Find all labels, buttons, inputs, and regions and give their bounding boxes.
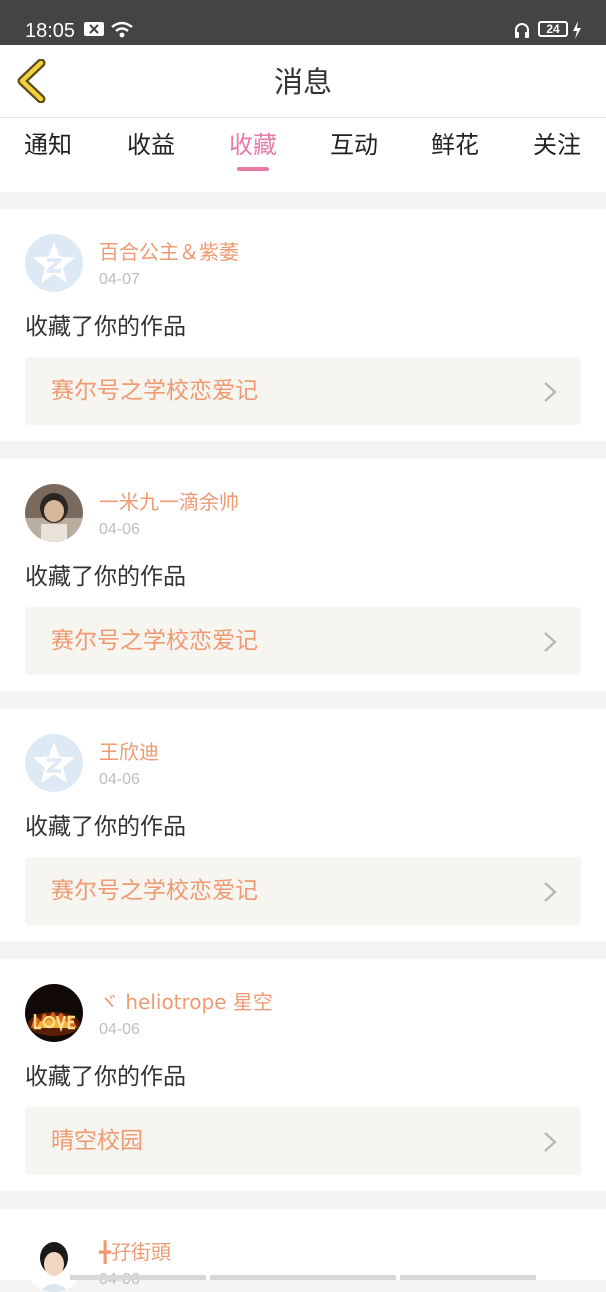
work-link[interactable]: 赛尔号之学校恋爱记 — [25, 857, 581, 925]
user-name[interactable]: 王欣迪 — [99, 740, 159, 764]
message-date: 04-07 — [99, 271, 140, 288]
tab-flowers[interactable]: 鲜花 — [415, 130, 495, 170]
message-date: 04-06 — [99, 771, 140, 788]
message-action: 收藏了你的作品 — [25, 1064, 186, 1090]
user-name[interactable]: ╋孖街頭 — [99, 1240, 171, 1264]
wifi-icon — [111, 21, 133, 38]
chevron-right-icon — [544, 1132, 557, 1152]
tab-interactions[interactable]: 互动 — [314, 130, 394, 170]
user-name[interactable]: ヾ heliotrope 星空 — [99, 990, 273, 1014]
message-card: 百合公主＆紫萎 04-07 收藏了你的作品 赛尔号之学校恋爱记 — [0, 209, 606, 441]
tab-favorites[interactable]: 收藏 — [213, 130, 293, 170]
active-tab-indicator — [237, 167, 269, 171]
portrait-avatar[interactable] — [25, 1234, 83, 1292]
tab-notifications[interactable]: 通知 — [8, 130, 88, 170]
status-time: 18:05 — [25, 20, 76, 42]
tab-earnings[interactable]: 收益 — [111, 130, 191, 170]
message-action: 收藏了你的作品 — [25, 564, 186, 590]
work-title: 赛尔号之学校恋爱记 — [51, 628, 258, 654]
battery-level: 24 — [538, 21, 568, 37]
scroll-hint-bar — [70, 1275, 206, 1280]
tab-following[interactable]: 关注 — [517, 130, 597, 170]
message-card: ╋孖街頭 04-06 — [0, 1209, 606, 1292]
scroll-hint-bar — [210, 1275, 396, 1280]
message-date: 04-06 — [99, 1021, 140, 1038]
work-title: 赛尔号之学校恋爱记 — [51, 878, 258, 904]
work-link[interactable]: 赛尔号之学校恋爱记 — [25, 357, 581, 425]
notification-x-icon — [84, 22, 104, 36]
user-name[interactable]: 一米九一滴余帅 — [99, 490, 239, 514]
message-action: 收藏了你的作品 — [25, 314, 186, 340]
message-date: 04-06 — [99, 1270, 140, 1290]
page-title: 消息 — [273, 65, 332, 99]
message-card: ヾ heliotrope 星空 04-06 收藏了你的作品 晴空校园 — [0, 959, 606, 1191]
work-link[interactable]: 赛尔号之学校恋爱记 — [25, 607, 581, 675]
charging-icon — [573, 21, 581, 39]
work-link[interactable]: 晴空校园 — [25, 1107, 581, 1175]
chevron-right-icon — [544, 882, 557, 902]
chevron-right-icon — [544, 632, 557, 652]
chevron-right-icon — [544, 382, 557, 402]
message-action: 收藏了你的作品 — [25, 814, 186, 840]
headphone-icon — [515, 23, 529, 38]
tab-bar: 通知 收益 收藏 互动 鲜花 关注 — [0, 118, 606, 192]
user-photo-avatar[interactable] — [25, 484, 83, 542]
work-title: 晴空校园 — [51, 1128, 143, 1154]
status-bar: 18:05 24 — [0, 0, 606, 45]
message-date: 04-06 — [99, 521, 140, 538]
message-card: 王欣迪 04-06 收藏了你的作品 赛尔号之学校恋爱记 — [0, 709, 606, 941]
fire-love-avatar[interactable] — [25, 984, 83, 1042]
user-name[interactable]: 百合公主＆紫萎 — [99, 240, 239, 264]
default-avatar-icon[interactable] — [25, 734, 83, 792]
default-avatar-icon[interactable] — [25, 234, 83, 292]
top-navbar: 消息 — [0, 45, 606, 118]
message-card: 一米九一滴余帅 04-06 收藏了你的作品 赛尔号之学校恋爱记 — [0, 459, 606, 691]
scroll-hint-bar — [400, 1275, 536, 1280]
work-title: 赛尔号之学校恋爱记 — [51, 378, 258, 404]
